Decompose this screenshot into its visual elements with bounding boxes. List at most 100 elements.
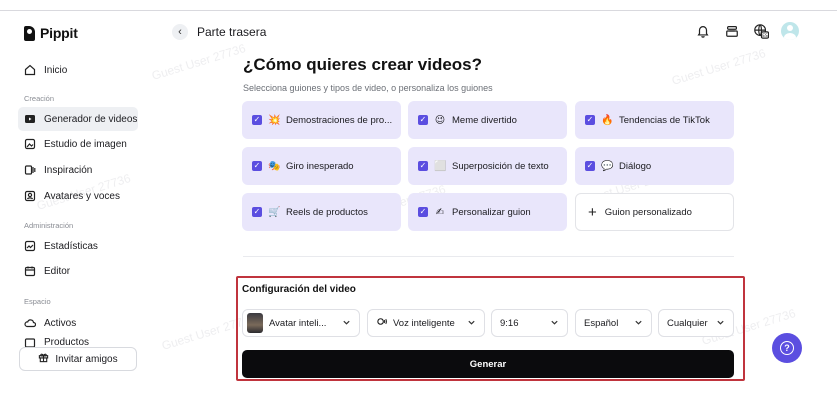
wink-face-icon: 😉: [434, 114, 446, 126]
sidebar-item-inicio[interactable]: Inicio: [18, 58, 138, 82]
sidebar-item-label: Estudio de imagen: [44, 138, 127, 150]
sidebar-item-editor[interactable]: Editor: [18, 259, 138, 283]
inspiration-icon: [24, 164, 36, 176]
fire-icon: 🔥: [601, 114, 614, 126]
theater-masks-icon: 🎭: [268, 160, 281, 172]
language-es-icon[interactable]: ES: [752, 22, 770, 40]
watermark: Guest User 27736: [670, 46, 768, 88]
card-tendencias-de-tiktok[interactable]: ✓ 🔥 Tendencias de TikTok: [575, 101, 734, 139]
card-label: Guion personalizado: [604, 206, 692, 218]
sidebar-item-activos[interactable]: Activos: [18, 311, 138, 335]
pippit-logo-icon: [24, 25, 35, 41]
back-link[interactable]: ‹ Parte trasera: [172, 24, 266, 40]
help-button[interactable]: ?: [772, 333, 802, 363]
card-label: Demostraciones de pro...: [286, 114, 393, 126]
image-studio-icon: [24, 138, 36, 150]
checkbox-checked-icon[interactable]: ✓: [585, 115, 595, 125]
checkbox-checked-icon[interactable]: ✓: [418, 161, 428, 171]
chevron-down-icon: [634, 318, 643, 329]
writing-hand-icon: ✍: [435, 206, 445, 218]
aspect-ratio-select[interactable]: 9:16: [491, 309, 568, 337]
sidebar-item-inspiracion[interactable]: Inspiración: [18, 158, 138, 182]
pippit-logo[interactable]: Pippit: [24, 25, 78, 41]
plus-icon: +: [588, 203, 597, 221]
section-divider: [243, 256, 734, 257]
card-label: Reels de productos: [286, 206, 368, 218]
sidebar-item-label: Generador de videos: [44, 113, 138, 125]
user-avatar[interactable]: [781, 22, 799, 40]
gift-icon: [38, 352, 49, 366]
card-demostraciones-de-producto[interactable]: ✓ 💥 Demostraciones de pro...: [242, 101, 401, 139]
avatar-thumbnail: [247, 313, 263, 333]
checkbox-checked-icon[interactable]: ✓: [252, 207, 262, 217]
speech-bubble-icon: 💬: [601, 160, 614, 172]
checkbox-checked-icon[interactable]: ✓: [252, 115, 262, 125]
question-mark-icon: ?: [780, 341, 794, 355]
inbox-icon[interactable]: [723, 22, 741, 40]
language-select[interactable]: Español: [575, 309, 652, 337]
sidebar-item-productos[interactable]: Productos: [18, 337, 138, 347]
sidebar-item-estudio-de-imagen[interactable]: Estudio de imagen: [18, 132, 138, 156]
voice-select-value: Voz inteligente: [393, 317, 455, 329]
card-meme-divertido[interactable]: ✓ 😉 Meme divertido: [408, 101, 567, 139]
sidebar-item-label: Inspiración: [44, 164, 93, 176]
avatar-select-value: Avatar inteli...: [269, 317, 327, 329]
microphone-icon: [376, 316, 387, 330]
card-personalizar-guion[interactable]: ✓ ✍ Personalizar guion: [408, 193, 567, 231]
card-label: Tendencias de TikTok: [619, 114, 710, 126]
calendar-icon: [24, 265, 36, 277]
invite-label: Invitar amigos: [55, 353, 118, 365]
video-generator-icon: [24, 113, 36, 125]
config-title: Configuración del video: [242, 284, 356, 295]
checkbox-checked-icon[interactable]: ✓: [585, 161, 595, 171]
card-giro-inesperado[interactable]: ✓ 🎭 Giro inesperado: [242, 147, 401, 185]
checkbox-checked-icon[interactable]: ✓: [418, 115, 428, 125]
bell-icon[interactable]: [694, 22, 712, 40]
card-guion-personalizado[interactable]: + Guion personalizado: [575, 193, 734, 231]
chevron-down-icon: [550, 318, 559, 329]
sidebar-item-label: Avatares y voces: [44, 190, 120, 202]
card-label: Superposición de texto: [452, 160, 549, 172]
chevron-down-icon: [716, 318, 725, 329]
section-label-creacion: Creación: [24, 94, 55, 103]
chevron-left-icon[interactable]: ‹: [172, 24, 188, 40]
card-label: Diálogo: [619, 160, 652, 172]
sidebar-item-label: Activos: [44, 317, 77, 329]
checkbox-checked-icon[interactable]: ✓: [252, 161, 262, 171]
checkbox-checked-icon[interactable]: ✓: [418, 207, 428, 217]
sidebar-item-estadisticas[interactable]: Estadísticas: [18, 234, 138, 258]
chevron-down-icon: [467, 318, 476, 329]
section-label-espacio: Espacio: [24, 297, 51, 306]
cloud-icon: [24, 317, 36, 329]
window-top-border: [0, 10, 837, 11]
card-dialogo[interactable]: ✓ 💬 Diálogo: [575, 147, 734, 185]
voice-select[interactable]: Voz inteligente: [367, 309, 485, 337]
explosion-icon: 💥: [268, 114, 281, 126]
stats-icon: [24, 240, 36, 252]
shopping-cart-icon: 🛒: [268, 206, 281, 218]
language-value: Español: [584, 317, 619, 329]
card-reels-de-productos[interactable]: ✓ 🛒 Reels de productos: [242, 193, 401, 231]
avatar-select[interactable]: Avatar inteli...: [242, 309, 360, 337]
card-label: Meme divertido: [452, 114, 517, 126]
text-overlay-icon: ⬜: [434, 160, 447, 172]
home-icon: [24, 64, 36, 76]
header-actions: ES: [694, 22, 799, 40]
duration-value: Cualquier d: [667, 317, 710, 329]
sidebar-item-label: Editor: [44, 265, 71, 277]
generate-button[interactable]: Generar: [242, 350, 734, 378]
products-icon: [24, 337, 36, 347]
card-label: Personalizar guion: [452, 206, 531, 218]
card-label: Giro inesperado: [286, 160, 354, 172]
sidebar-item-label: Inicio: [44, 64, 68, 76]
sidebar-item-avatares-y-voces[interactable]: Avatares y voces: [18, 184, 138, 208]
aspect-ratio-value: 9:16: [500, 317, 519, 329]
page-title: ¿Cómo quieres crear videos?: [243, 55, 483, 74]
invite-friends-button[interactable]: Invitar amigos: [19, 347, 137, 371]
card-superposicion-de-texto[interactable]: ✓ ⬜ Superposición de texto: [408, 147, 567, 185]
duration-select[interactable]: Cualquier d: [658, 309, 734, 337]
sidebar-item-generador-de-videos[interactable]: Generador de videos: [18, 107, 138, 131]
sidebar-item-label: Productos: [44, 337, 90, 347]
logo-text: Pippit: [40, 25, 78, 41]
chevron-down-icon: [342, 318, 351, 329]
